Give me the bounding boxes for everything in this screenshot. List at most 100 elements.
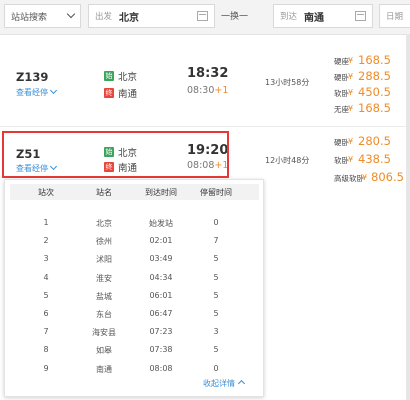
arrival-time: 04:34 [149, 272, 173, 282]
stop-no: 1 [43, 218, 49, 227]
stay-time: 5 [213, 345, 219, 355]
duration: 12小时48分 [265, 156, 310, 165]
search-type-select[interactable]: 站站搜索 [4, 4, 81, 28]
train-row: Z139 查看经停 始 北京 终 南通 18:32 08:30+1 13小时58… [0, 34, 410, 126]
stop-row: 3 沭阳 03:49 5 [5, 254, 263, 268]
stay-time: 7 [213, 236, 219, 246]
terminal-badge: 终 [104, 88, 114, 98]
arrival-time: 06:47 [149, 309, 173, 318]
seat-type: 硬卧 [334, 73, 349, 82]
to-value: 南通 [304, 13, 324, 24]
from-label: 出发 [95, 12, 113, 22]
station-name: 徐州 [96, 237, 112, 247]
departure-station: 北京 [118, 72, 138, 83]
scrollbar-track[interactable] [406, 34, 410, 400]
seat-price: 806.5 [371, 170, 404, 184]
seat-price: 288.5 [358, 69, 391, 83]
station-name: 北京 [96, 219, 112, 228]
currency-symbol: ¥ [348, 56, 354, 65]
stay-time: 5 [213, 254, 219, 264]
train-code[interactable]: Z139 [16, 70, 48, 84]
collapse-details-link[interactable]: 收起详情 [203, 378, 246, 389]
header-arrival: 到达时间 [145, 188, 177, 197]
chevron-up-icon [237, 379, 246, 388]
seat-price: 168.5 [358, 101, 391, 115]
day-offset: +1 [214, 85, 229, 96]
seat-type: 无座 [334, 105, 349, 114]
stay-time: 5 [213, 272, 219, 282]
seat-price: 168.5 [358, 53, 391, 67]
duration: 13小时58分 [265, 78, 310, 87]
station-picker-icon[interactable] [197, 11, 208, 21]
station-name: 淮安 [96, 273, 112, 283]
stay-time: 5 [213, 309, 219, 318]
stop-no: 3 [43, 254, 49, 264]
to-station-field[interactable]: 到达 南通 [273, 4, 373, 28]
swap-button[interactable]: 一换一 [221, 9, 248, 22]
stop-row: 8 如皋 07:38 5 [5, 345, 263, 359]
currency-symbol: ¥ [348, 155, 354, 164]
search-type-label: 站站搜索 [11, 13, 48, 23]
stop-row: 9 南通 08:08 0 [5, 364, 263, 378]
station-name: 盐城 [96, 291, 112, 301]
selected-train-highlight [2, 131, 229, 178]
stop-row: 2 徐州 02:01 7 [5, 236, 263, 250]
currency-symbol: ¥ [348, 88, 354, 97]
seat-type: 软卧 [334, 156, 349, 165]
arrival-time: 02:01 [149, 236, 173, 246]
date-field[interactable]: 日期 [379, 4, 410, 28]
station-picker-icon[interactable] [355, 11, 366, 21]
stop-row: 4 淮安 04:34 5 [5, 273, 263, 287]
stay-time: 0 [213, 363, 219, 373]
arrival-time: 始发站 [149, 219, 173, 228]
seat-price: 280.5 [358, 134, 391, 148]
to-label: 到达 [280, 12, 298, 22]
seat-type: 硬卧 [334, 138, 349, 147]
stop-row: 1 北京 始发站 0 [5, 218, 263, 232]
stops-table-header: 站次 站名 到达时间 停留时间 [10, 184, 259, 200]
station-name: 南通 [96, 364, 112, 374]
stop-no: 7 [43, 327, 49, 337]
view-stops-link[interactable]: 查看经停 [16, 86, 58, 98]
currency-symbol: ¥ [348, 137, 354, 146]
currency-symbol: ¥ [362, 173, 368, 182]
date-label: 日期 [386, 12, 404, 22]
station-name: 沭阳 [96, 255, 112, 265]
arrival-time: 06:01 [149, 290, 173, 300]
from-station-field[interactable]: 出发 北京 [88, 4, 215, 28]
seat-type: 硬座 [334, 57, 349, 66]
seat-type: 高级软卧 [334, 174, 364, 183]
stops-panel: 站次 站名 到达时间 停留时间 1 北京 始发站 0 2 徐州 02:01 7 3 沭阳 03:49… [4, 179, 264, 397]
chevron-down-icon [66, 9, 76, 19]
stay-time: 0 [213, 218, 219, 227]
header-stay: 停留时间 [200, 188, 232, 197]
stop-row: 7 海安县 07:23 3 [5, 327, 263, 341]
stop-row: 6 东台 06:47 5 [5, 309, 263, 323]
origin-badge: 始 [104, 71, 114, 81]
arrival-time: 08:08 [149, 363, 173, 373]
station-name: 海安县 [92, 328, 116, 338]
stop-no: 5 [43, 290, 49, 300]
currency-symbol: ¥ [348, 104, 354, 113]
stop-no: 2 [43, 236, 49, 246]
header-stop-no: 站次 [38, 188, 54, 197]
stop-no: 8 [43, 345, 49, 355]
arrival-time: 07:38 [149, 345, 173, 355]
stop-row: 5 盐城 06:01 5 [5, 291, 263, 305]
header-station: 站名 [96, 188, 112, 197]
stay-time: 5 [213, 290, 219, 300]
stop-no: 4 [43, 272, 49, 282]
arrival-time: 07:23 [149, 327, 173, 337]
station-name: 如皋 [96, 346, 112, 356]
stay-time: 3 [213, 327, 219, 337]
seat-type: 软卧 [334, 89, 349, 98]
currency-symbol: ¥ [348, 72, 354, 81]
arrival-time: 08:30+1 [187, 85, 229, 96]
from-value: 北京 [119, 13, 139, 24]
arrival-time: 03:49 [149, 254, 173, 264]
arrival-station: 南通 [118, 89, 138, 100]
stop-no: 9 [43, 363, 49, 373]
seat-price: 450.5 [358, 85, 391, 99]
station-name: 东台 [96, 310, 112, 319]
chevron-down-icon [49, 86, 58, 95]
